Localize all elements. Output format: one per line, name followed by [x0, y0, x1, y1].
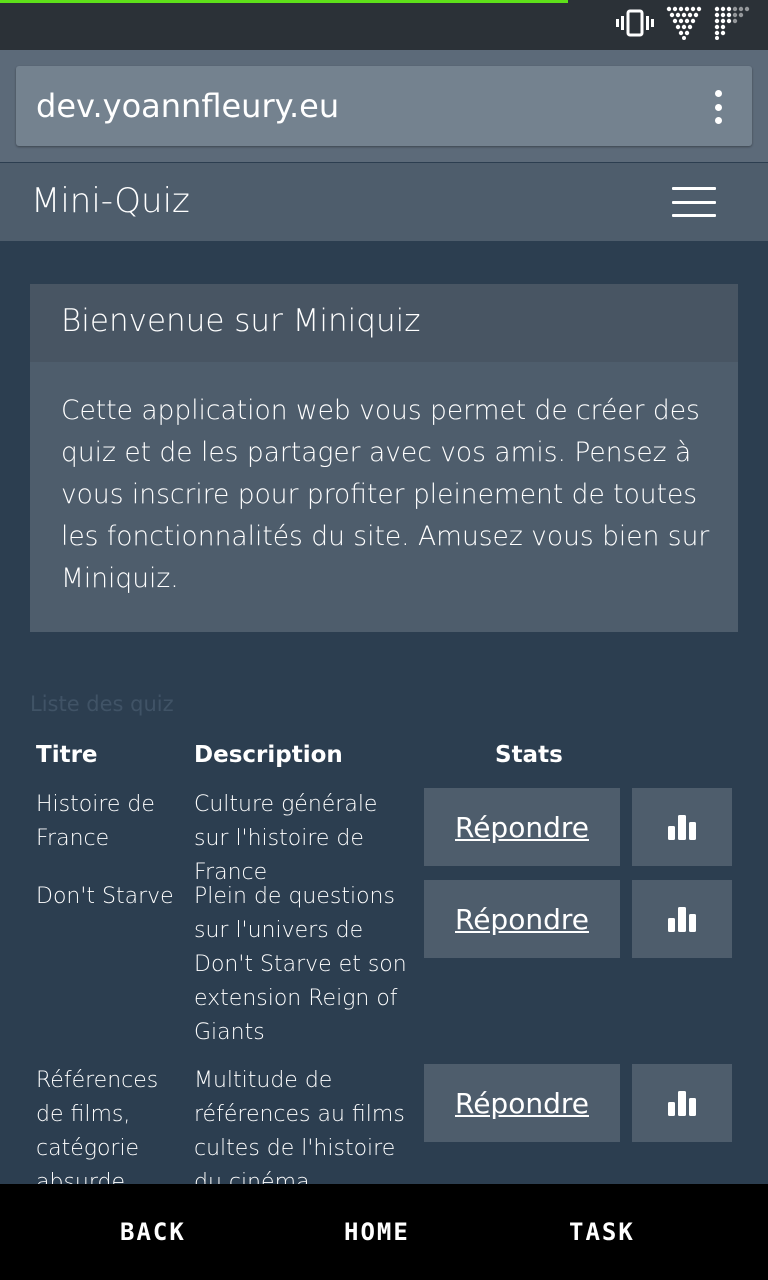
column-header-description: Description [194, 742, 343, 768]
answer-button[interactable]: Répondre [424, 880, 620, 958]
answer-button-label[interactable]: Répondre [455, 811, 589, 844]
page-load-progress [0, 0, 569, 3]
menu-dots-icon[interactable] [708, 90, 728, 124]
panel-body: Cette application web vous permet de cré… [61, 395, 710, 594]
signal-icon [666, 6, 702, 44]
quiz-title: Histoire de France [36, 792, 155, 851]
quiz-description: Culture générale sur l'histoire de Franc… [194, 792, 378, 885]
browser-toolbar: dev.yoannfleury.eu [0, 50, 768, 162]
task-button[interactable]: TASK [569, 1216, 635, 1248]
vibrate-icon [616, 8, 654, 42]
bar-chart-icon [668, 907, 696, 932]
url-bar[interactable]: dev.yoannfleury.eu [16, 66, 752, 146]
stats-button[interactable] [632, 880, 732, 958]
stats-button[interactable] [632, 788, 732, 866]
quiz-description: Plein de questions sur l'univers de Don'… [194, 884, 407, 1045]
bar-chart-icon [668, 815, 696, 840]
url-text[interactable]: dev.yoannfleury.eu [36, 86, 339, 126]
answer-button[interactable]: Répondre [424, 788, 620, 866]
answer-button[interactable]: Répondre [424, 1064, 620, 1142]
hamburger-icon[interactable] [672, 187, 716, 217]
column-header-title: Titre [36, 742, 98, 768]
quiz-description: Multitude de références au films cultes … [194, 1068, 405, 1195]
wifi-icon [714, 6, 750, 44]
brand-link[interactable]: Mini-Quiz [31, 179, 190, 223]
status-icons [616, 6, 750, 44]
back-button[interactable]: BACK [120, 1216, 186, 1248]
system-nav-bar: BACK HOME TASK [0, 1184, 768, 1280]
stats-button[interactable] [632, 1064, 732, 1142]
status-bar [0, 0, 768, 50]
column-header-stats: Stats [495, 742, 563, 768]
panel-title: Bienvenue sur Miniquiz [61, 303, 421, 339]
bar-chart-icon [668, 1091, 696, 1116]
welcome-panel: Bienvenue sur Miniquiz Cette application… [30, 284, 738, 632]
home-button[interactable]: HOME [344, 1216, 410, 1248]
answer-button-label[interactable]: Répondre [455, 903, 589, 936]
site-navbar: Mini-Quiz [0, 163, 768, 241]
panel-heading: Bienvenue sur Miniquiz [30, 284, 738, 362]
quiz-title: Références de films, catégorie absurde [36, 1068, 159, 1195]
quiz-title: Don't Starve [36, 884, 174, 909]
answer-button-label[interactable]: Répondre [455, 1087, 589, 1120]
quiz-list-caption: Liste des quiz [30, 692, 174, 716]
